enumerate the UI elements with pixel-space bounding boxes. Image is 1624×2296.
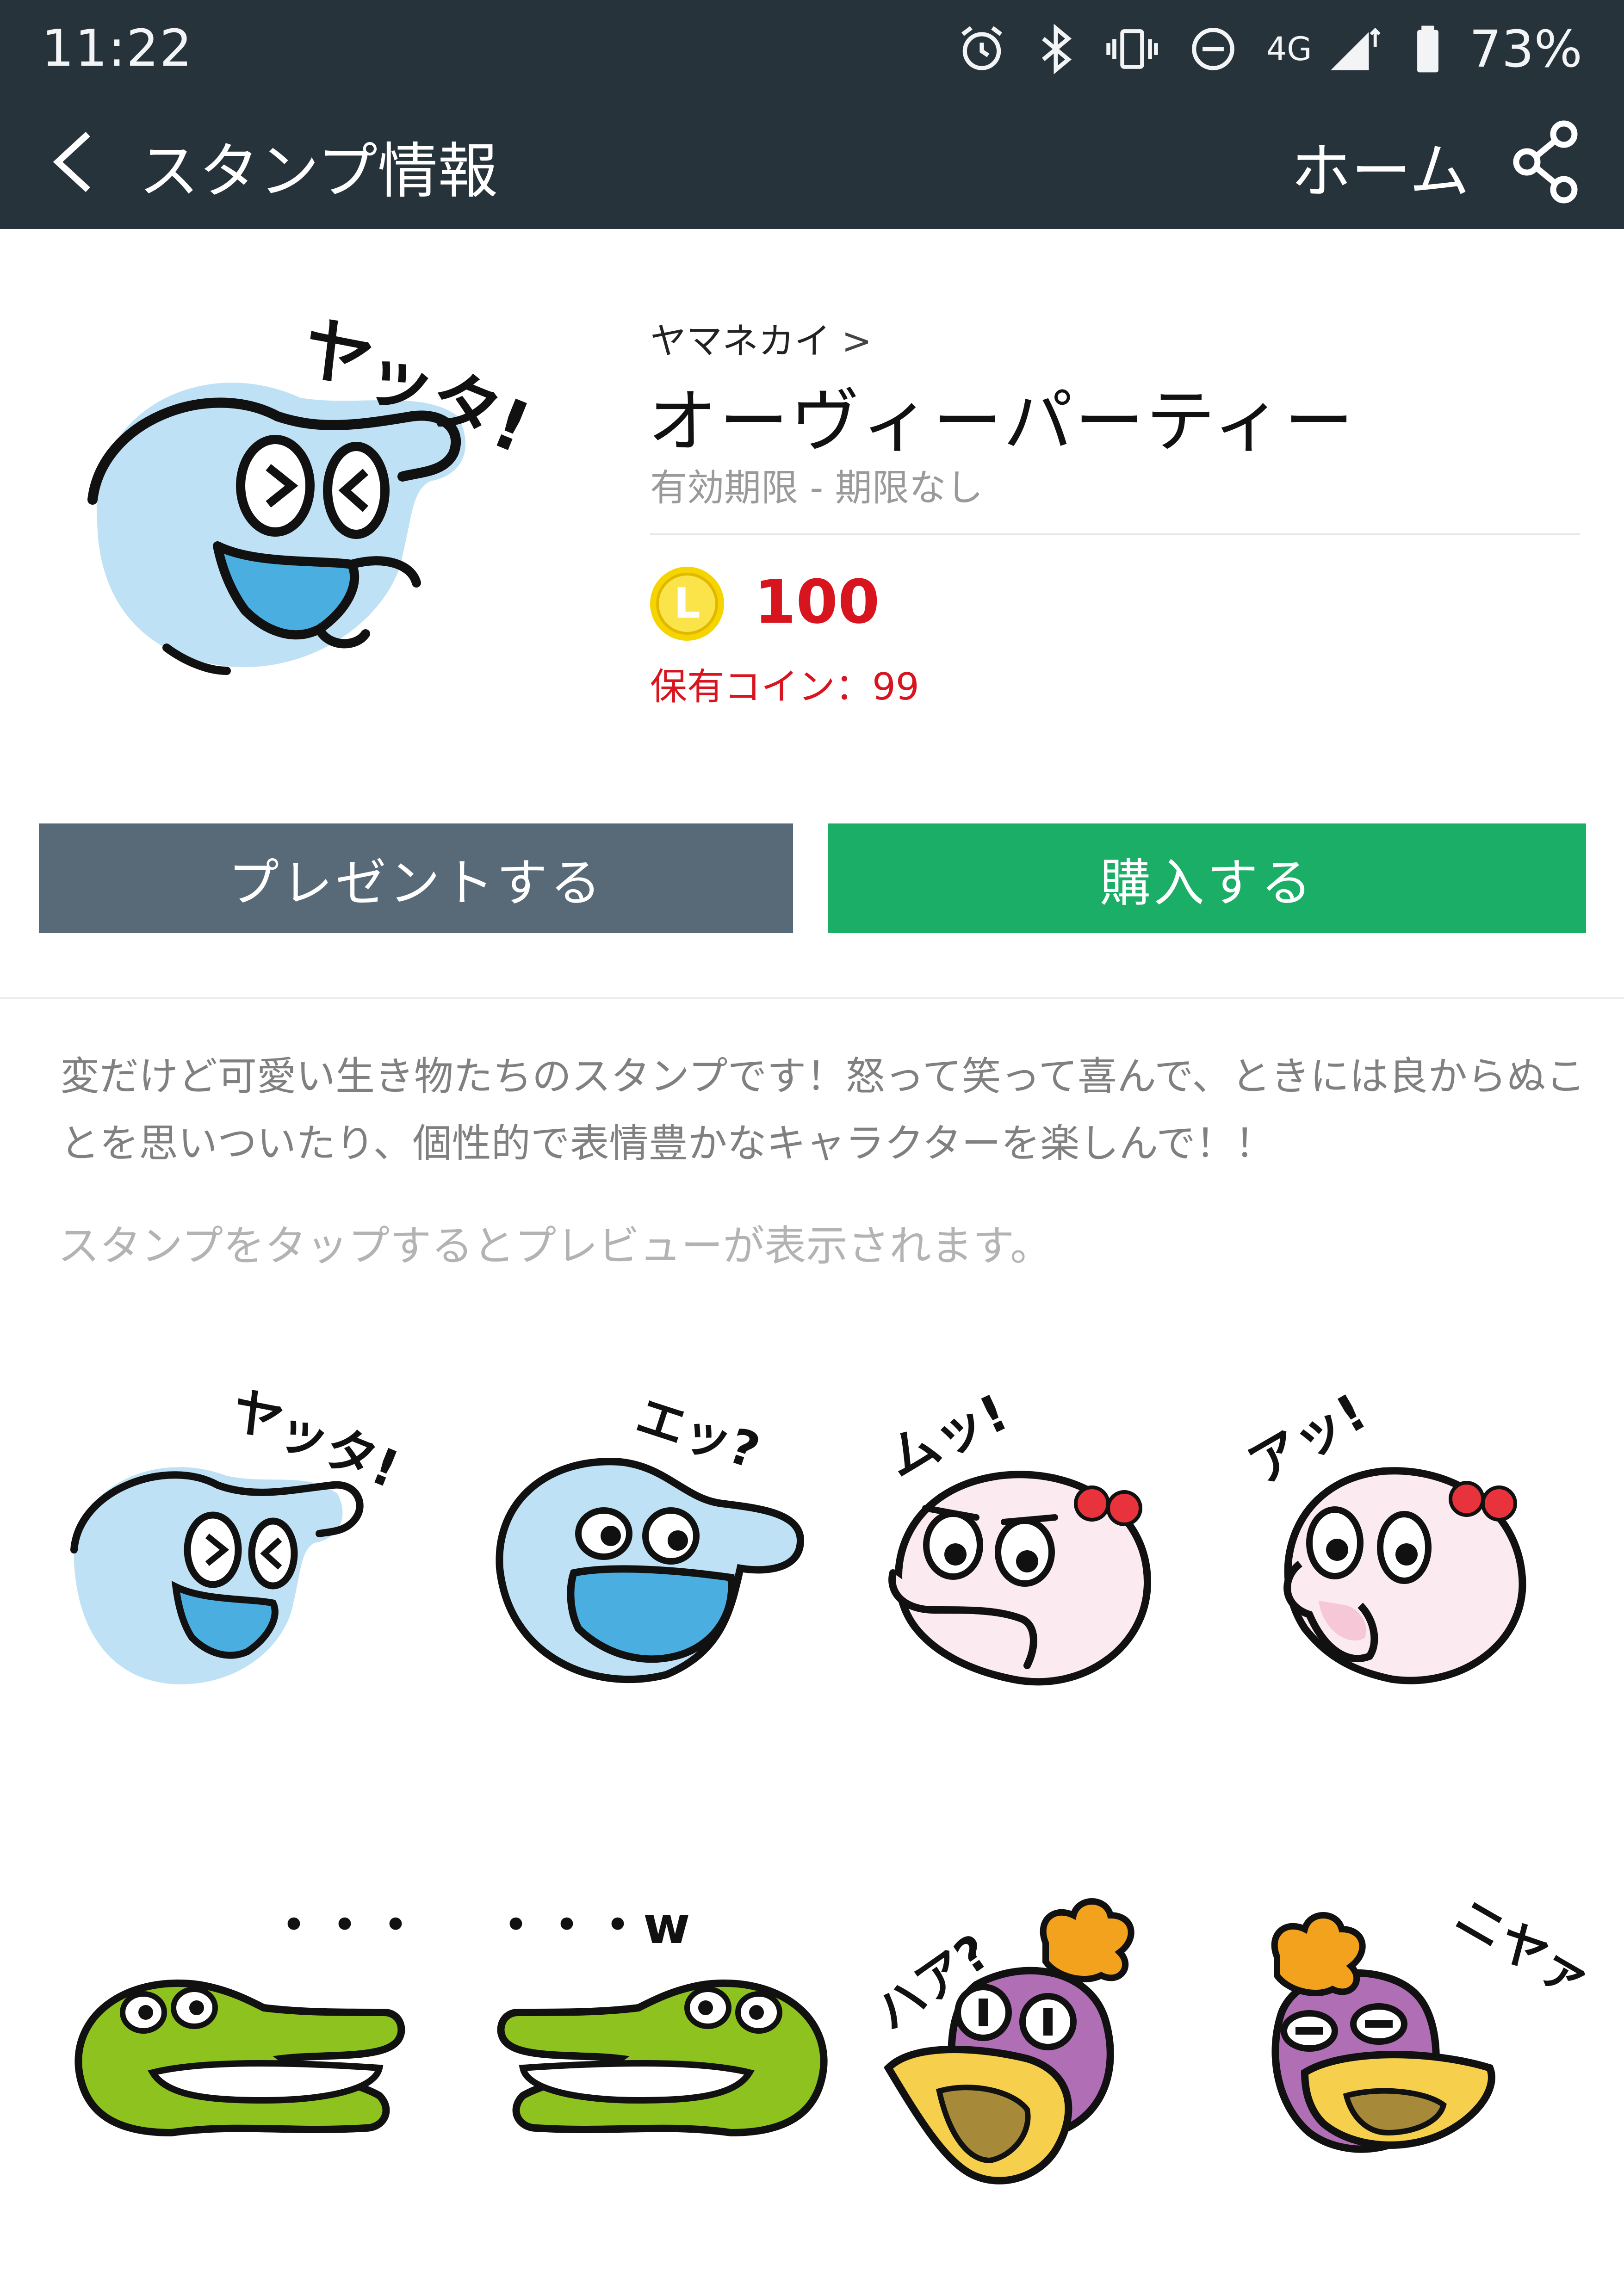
status-time: 11:22 bbox=[42, 19, 193, 78]
divider bbox=[0, 997, 1624, 999]
sticker-1[interactable]: ヤッタ! bbox=[60, 1369, 421, 1693]
present-button[interactable]: プレゼントする bbox=[39, 823, 793, 933]
alarm-icon bbox=[961, 26, 1002, 70]
signal-icon bbox=[1330, 27, 1381, 70]
sticker-5[interactable]: ・・・ bbox=[60, 1874, 421, 2197]
sticker-caption: ・・・ bbox=[268, 1896, 421, 1955]
status-bar: 11:22 4G 73% bbox=[0, 0, 1624, 97]
sticker-2[interactable]: エッ? bbox=[481, 1369, 842, 1693]
status-icons: 4G 73% bbox=[956, 17, 1582, 81]
page-title: スタンプ情報 bbox=[139, 136, 498, 206]
preview-hint: スタンプをタップするとプレビューが表示されます。 bbox=[58, 1222, 1052, 1270]
main-sticker-image: ヤッタ! bbox=[87, 305, 541, 675]
battery-percent: 73% bbox=[1469, 19, 1583, 79]
package-title: オーヴィーパーティー bbox=[648, 382, 1356, 462]
line-coin-icon: L bbox=[650, 567, 724, 641]
sticker-3[interactable]: ムッ! bbox=[861, 1369, 1221, 1693]
owned-coins: 保有コイン：99 bbox=[650, 665, 919, 708]
chevron-right-icon: > bbox=[842, 321, 872, 362]
sticker-caption: ニヤァ bbox=[1446, 1888, 1592, 2009]
sticker-caption: ・・・w bbox=[490, 1896, 690, 1955]
sticker-8[interactable]: ニヤァ bbox=[1231, 1874, 1592, 2197]
battery-icon bbox=[1417, 25, 1438, 73]
divider bbox=[650, 533, 1580, 535]
do-not-disturb-icon bbox=[1191, 28, 1234, 70]
buy-button[interactable]: 購入する bbox=[828, 823, 1586, 933]
validity-text: 有効期限 - 期限なし bbox=[650, 466, 983, 509]
sticker-7[interactable]: ハア? bbox=[861, 1874, 1221, 2197]
coin-letter: L bbox=[674, 579, 700, 628]
price: 100 bbox=[754, 567, 880, 637]
app-bar: スタンプ情報 ホーム bbox=[0, 97, 1624, 229]
bluetooth-icon bbox=[1041, 24, 1072, 74]
chevron-left-icon[interactable] bbox=[42, 127, 102, 197]
sticker-6[interactable]: ・・・w bbox=[481, 1874, 842, 2197]
share-icon[interactable] bbox=[1508, 118, 1582, 206]
vibrate-icon bbox=[1106, 29, 1158, 69]
home-button[interactable]: ホーム bbox=[1291, 123, 1469, 210]
author-name: ヤマネカイ bbox=[650, 321, 831, 362]
network-type: 4G bbox=[1266, 30, 1312, 68]
package-description: 変だけど可愛い生き物たちのスタンプです！怒って笑って喜んで、ときには良からぬこと… bbox=[60, 1054, 1586, 1167]
sticker-4[interactable]: アッ! bbox=[1231, 1369, 1592, 1693]
author-link[interactable]: ヤマネカイ > bbox=[650, 312, 872, 364]
